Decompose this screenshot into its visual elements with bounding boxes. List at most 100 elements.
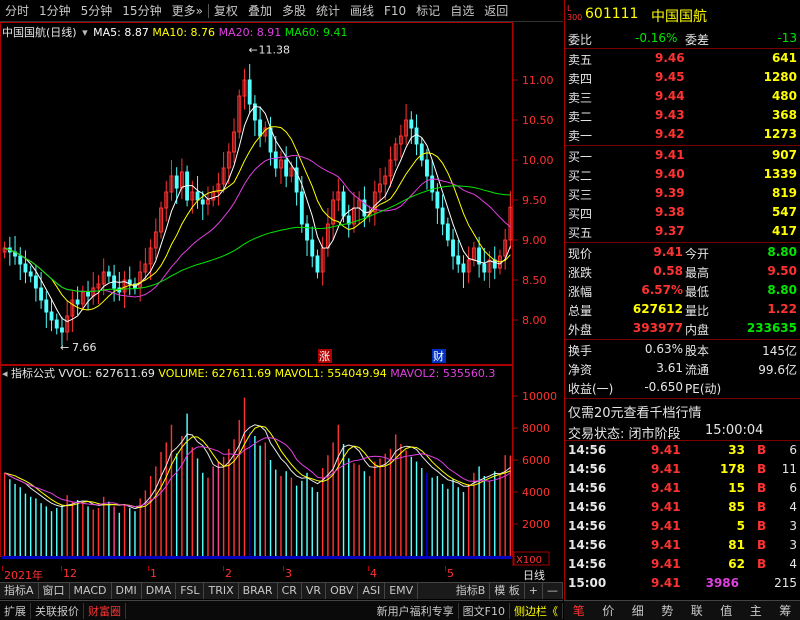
indicator-tab-9[interactable]: VR [302,583,327,599]
toolbar-item-13[interactable]: 返回 [479,2,513,19]
bids-row[interactable]: 买三 9.39 819 [565,184,800,203]
detail-tab-0[interactable]: 笔 [573,602,585,619]
bids-row[interactable]: 买一 9.41 907 [565,146,800,165]
ma20-label: MA20: 8.91 [218,26,282,39]
indicator-tab-2[interactable]: MACD [70,583,112,599]
fin-value: 145亿 [762,344,797,358]
new-user-notice[interactable]: 新用户福利专享 [373,602,459,619]
detail-tab-4[interactable]: 联 [691,602,703,619]
detail-tab-2[interactable]: 细 [632,602,644,619]
toolbar-item-4[interactable]: 更多» [167,2,208,19]
toolbar-item-2[interactable]: 5分钟 [76,2,118,19]
asks-row[interactable]: 卖四 9.45 1280 [565,68,800,87]
bids-row[interactable]: 买四 9.38 547 [565,203,800,222]
indicator-tab-12[interactable]: EMV [385,583,419,599]
indicator-name[interactable]: 指标公式 [11,367,55,380]
toolbar-item-8[interactable]: 统计 [311,2,345,19]
period-label[interactable]: 日线 [523,567,545,583]
settings-icon[interactable]: ▾ [82,26,88,39]
detail-tab-1[interactable]: 价 [602,602,614,619]
status-wealth-circle[interactable]: 财富圈 [84,602,126,619]
fin-row: 收益(一) -0.650 PE(动) [565,378,800,397]
indicator-tab-13[interactable]: 指标B [452,583,491,599]
status-related-quotes[interactable]: 关联报价 [31,602,84,619]
bids-row[interactable]: 买五 9.37 417 [565,222,800,241]
toolbar-item-5[interactable]: 复权 [209,2,243,19]
candle-body [456,255,461,265]
volume-tick-label: 2000 [522,518,550,531]
indicator-menu-icon[interactable]: ◂ [2,367,8,380]
toolbar-item-0[interactable]: 分时 [0,2,34,19]
toolbar-item-6[interactable]: 叠加 [243,2,277,19]
detail-tab-3[interactable]: 势 [661,602,673,619]
indicator-tab-8[interactable]: CR [278,583,302,599]
stat-label: 总量 [568,304,593,318]
tick-volume: 3986 [705,576,739,590]
asks-row[interactable]: 卖五 9.46 641 [565,49,800,68]
indicator-tab-3[interactable]: DMI [112,583,142,599]
stat-label: 量比 [685,304,710,318]
tick-direction: B [757,500,767,514]
tick-direction: B [757,481,767,495]
candle-body [414,127,419,145]
candle-body [284,159,289,177]
asks-row[interactable]: 卖一 9.42 1273 [565,125,800,144]
toolbar-item-1[interactable]: 1分钟 [34,2,76,19]
indicator-tab-6[interactable]: TRIX [204,583,239,599]
toolbar-item-3[interactable]: 15分钟 [117,2,166,19]
indicator-tab-5[interactable]: FSL [176,583,205,599]
candle-body [75,299,80,305]
tick-time: 15:00 [568,576,607,590]
promo-text[interactable]: 仅需20元查看千档行情 [568,402,702,421]
asks-row[interactable]: 卖三 9.44 480 [565,87,800,106]
tick-count: 4 [789,557,797,571]
sidebar-toggle[interactable]: 侧边栏《 [510,602,563,619]
stat-label: 现价 [568,247,593,261]
date-tick-mark [445,566,446,571]
indicator-tab-11[interactable]: ASI [358,583,386,599]
f10-button[interactable]: 图文F10 [459,602,510,619]
kline-chart[interactable]: 11.0010.5010.009.509.008.508.00←← 7.6611.… [0,22,563,566]
tick-direction: B [757,538,767,552]
candle-body [33,275,38,289]
indicator-info: ◂ 指标公式 VVOL: 627611.69 VOLUME: 627611.69… [2,365,495,381]
tick-price: 9.41 [651,462,681,476]
detail-tab-6[interactable]: 主 [750,602,762,619]
indicator-tab-16[interactable]: — [543,583,563,599]
toolbar-item-11[interactable]: 标记 [411,2,445,19]
toolbar-item-12[interactable]: 自选 [445,2,479,19]
candle-body [258,119,263,137]
indicator-tab-15[interactable]: + [525,583,543,599]
asks-row[interactable]: 卖二 9.43 368 [565,106,800,125]
event-zhang: 涨 [318,349,332,363]
date-tick-mark [61,566,62,571]
tick-count: 4 [789,500,797,514]
tick-count: 3 [789,538,797,552]
date-tick-mark [368,566,369,571]
toolbar-item-10[interactable]: F10 [379,4,411,18]
high-marker-value: 11.38 [258,44,290,57]
ma5-label: MA5: 8.87 [93,26,149,39]
indicator-tab-4[interactable]: DMA [142,583,177,599]
status-expand[interactable]: 扩展 [0,602,31,619]
detail-tab-7[interactable]: 筹 [779,602,791,619]
level2-promo[interactable]: 仅需20元查看千档行情 [565,399,800,421]
candle-body [451,239,455,257]
status-bar: 扩展 关联报价 财富圈 新用户福利专享 图文F10 侧边栏《 [0,600,563,620]
indicator-tab-1[interactable]: 窗口 [39,583,70,599]
bids-row[interactable]: 买二 9.40 1339 [565,165,800,184]
indicator-tab-7[interactable]: BRAR [239,583,278,599]
indicator-tab-10[interactable]: OBV [326,583,359,599]
tick-row: 14:56 9.41 178 B 11 [565,460,800,479]
detail-tab-5[interactable]: 值 [720,602,732,619]
indicator-tab-0[interactable]: 指标A [0,583,39,599]
price-tick-label: 8.50 [522,274,547,287]
candle-body [60,327,64,333]
toolbar-item-7[interactable]: 多股 [277,2,311,19]
candle-body [49,311,54,321]
toolbar-item-9[interactable]: 画线 [345,2,379,19]
bids-volume: 819 [771,186,797,200]
indicator-tab-14[interactable]: 模 板 [490,583,525,599]
stat-value: 9.41 [653,245,683,259]
asks-volume: 480 [771,89,797,103]
